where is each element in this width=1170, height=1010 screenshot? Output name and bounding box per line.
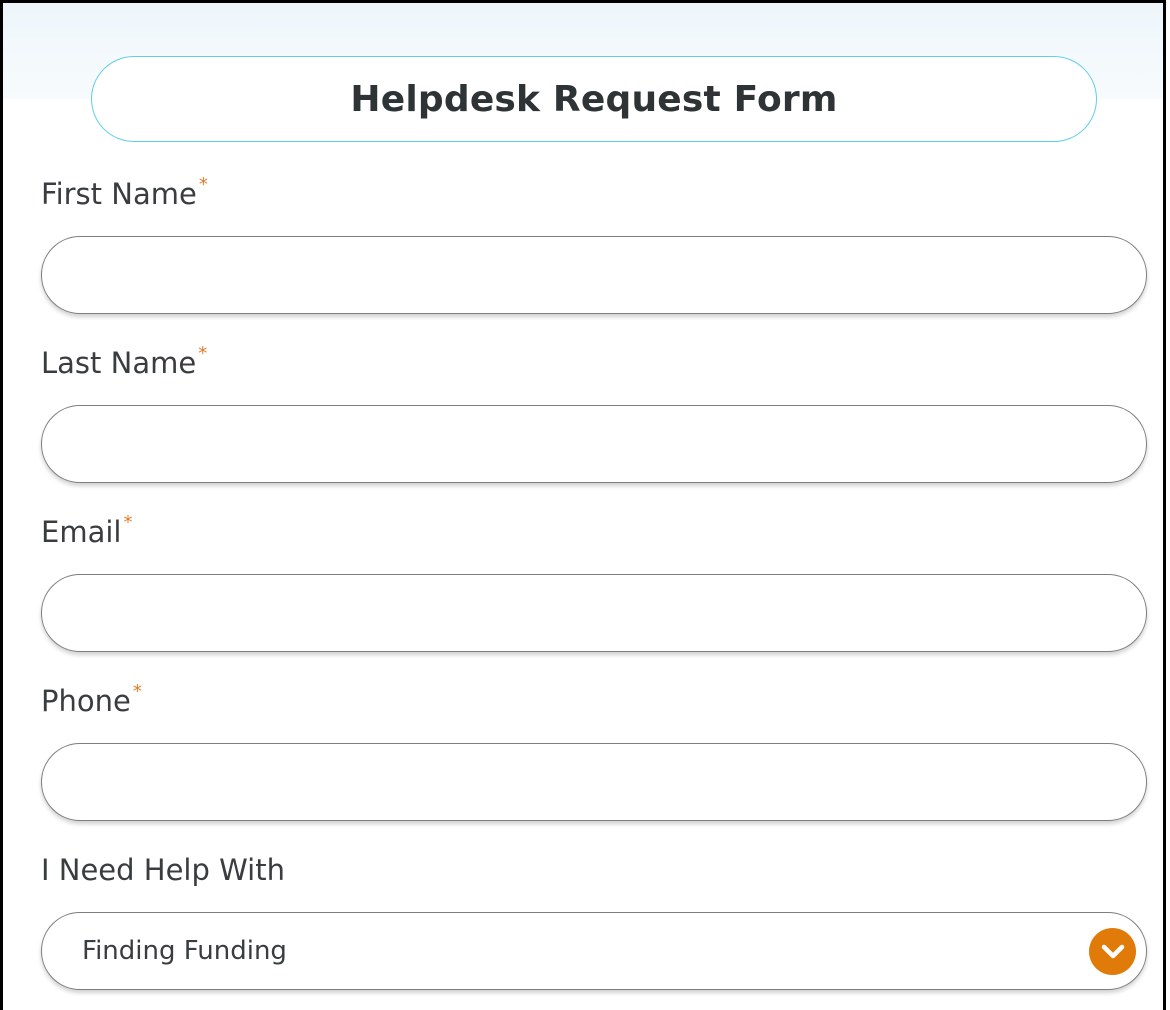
email-input[interactable]: [41, 574, 1147, 652]
help-with-label: I Need Help With: [41, 853, 285, 887]
chevron-down-icon: [1101, 944, 1124, 958]
last-name-input[interactable]: [41, 405, 1147, 483]
form-title-banner: Helpdesk Request Form: [91, 56, 1097, 142]
first-name-input[interactable]: [41, 236, 1147, 314]
required-asterisk: *: [132, 681, 142, 702]
email-label-text: Email: [41, 515, 122, 549]
chevron-down-circle-icon[interactable]: [1089, 928, 1136, 975]
last-name-label: Last Name *: [41, 343, 208, 380]
help-with-selected-value: Finding Funding: [82, 936, 287, 966]
form-title: Helpdesk Request Form: [350, 78, 838, 120]
help-with-select[interactable]: Finding Funding: [41, 912, 1147, 990]
phone-label: Phone *: [41, 681, 142, 718]
phone-input[interactable]: [41, 743, 1147, 821]
phone-label-text: Phone: [41, 684, 131, 718]
first-name-label-text: First Name: [41, 177, 197, 211]
last-name-label-text: Last Name: [41, 346, 197, 380]
required-asterisk: *: [198, 174, 208, 195]
help-with-label-text: I Need Help With: [41, 853, 285, 887]
required-asterisk: *: [123, 512, 133, 533]
required-asterisk: *: [198, 343, 208, 364]
first-name-label: First Name *: [41, 174, 208, 211]
email-label: Email *: [41, 512, 133, 549]
form-container: Helpdesk Request Form First Name * Last N…: [0, 0, 1166, 1010]
